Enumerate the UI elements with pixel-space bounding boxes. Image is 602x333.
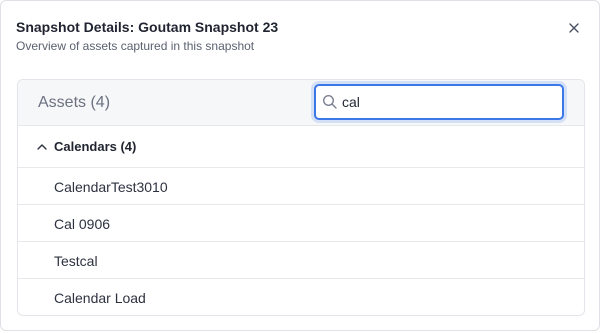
dialog-title: Snapshot Details: Goutam Snapshot 23	[16, 19, 279, 35]
list-item[interactable]: Cal 0906	[18, 205, 584, 242]
group-header-calendars[interactable]: Calendars (4)	[18, 126, 584, 168]
list-item[interactable]: Calendar Load	[18, 279, 584, 315]
close-icon	[569, 23, 579, 33]
search-box[interactable]	[314, 84, 564, 120]
dialog-subtitle: Overview of assets captured in this snap…	[16, 39, 255, 53]
search-icon	[322, 94, 337, 109]
list-item-label: Cal 0906	[54, 216, 111, 232]
snapshot-details-dialog: Snapshot Details: Goutam Snapshot 23 Ove…	[0, 0, 600, 331]
list-item-label: CalendarTest3010	[54, 179, 168, 195]
list-item[interactable]: CalendarTest3010	[18, 168, 584, 205]
list-item-label: Calendar Load	[54, 290, 146, 306]
list-item[interactable]: Testcal	[18, 242, 584, 279]
assets-panel: Assets (4) Calendars (4) CalendarTest301…	[17, 79, 585, 316]
group-label: Calendars (4)	[54, 139, 137, 154]
assets-title: Assets (4)	[38, 94, 111, 111]
list-item-label: Testcal	[54, 253, 98, 269]
search-input[interactable]	[342, 92, 552, 112]
assets-panel-header: Assets (4)	[18, 80, 584, 126]
chevron-up-icon	[37, 144, 47, 150]
close-button[interactable]	[565, 19, 583, 37]
